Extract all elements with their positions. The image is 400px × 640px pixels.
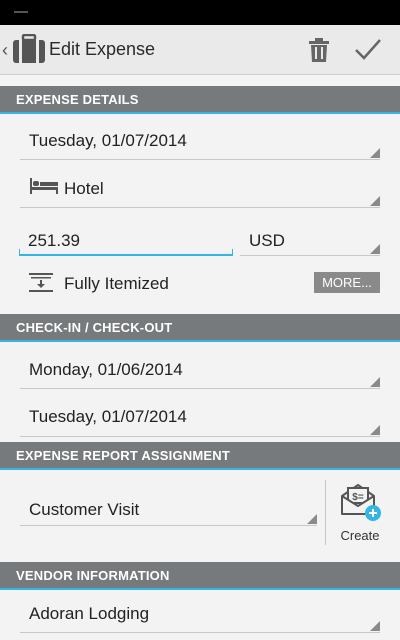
itemize-icon — [29, 273, 53, 292]
money-envelope-add-icon: $= — [341, 483, 381, 521]
currency-spinner[interactable]: USD — [240, 223, 380, 256]
section-header-checkin-checkout: CHECK-IN / CHECK-OUT — [0, 314, 400, 342]
dropdown-triangle-icon — [370, 425, 380, 435]
report-value: Customer Visit — [29, 500, 140, 519]
more-button[interactable]: MORE... — [314, 272, 380, 293]
currency-value: USD — [249, 231, 285, 250]
dropdown-triangle-icon — [370, 244, 380, 254]
expense-date-value: Tuesday, 01/07/2014 — [29, 131, 187, 150]
expense-type-value: Hotel — [64, 179, 104, 198]
vendor-name-spinner[interactable]: Adoran Lodging — [20, 597, 380, 633]
checkout-date-spinner[interactable]: Tuesday, 01/07/2014 — [20, 401, 380, 437]
create-label: Create — [340, 528, 380, 543]
vendor-name-value: Adoran Lodging — [29, 604, 150, 623]
action-bar: ‹ Edit Expense — [0, 25, 400, 75]
input-edge — [19, 249, 20, 254]
create-report-button[interactable]: $= Create — [330, 480, 394, 545]
notification-icon — [14, 11, 28, 13]
bed-icon — [30, 178, 58, 194]
checkout-date-value: Tuesday, 01/07/2014 — [29, 407, 187, 426]
page-title: Edit Expense — [49, 39, 156, 59]
report-spinner[interactable]: Customer Visit — [20, 493, 317, 526]
expense-date-spinner[interactable]: Tuesday, 01/07/2014 — [20, 124, 380, 160]
dropdown-triangle-icon — [370, 148, 380, 158]
checkin-date-spinner[interactable]: Monday, 01/06/2014 — [20, 353, 380, 389]
dropdown-triangle-icon — [370, 196, 380, 206]
dropdown-triangle-icon — [370, 621, 380, 631]
section-header-vendor-information: VENDOR INFORMATION — [0, 562, 400, 590]
checkmark-icon[interactable] — [354, 37, 382, 61]
briefcase-icon[interactable] — [12, 34, 46, 64]
divider — [325, 480, 326, 545]
chevron-left-icon[interactable]: ‹ — [2, 39, 8, 61]
status-bar — [0, 0, 400, 25]
amount-value: 251.39 — [28, 231, 80, 250]
input-edge — [232, 249, 233, 254]
svg-text:$=: $= — [352, 492, 364, 503]
dropdown-triangle-icon — [370, 377, 380, 387]
dropdown-triangle-icon — [307, 514, 317, 524]
section-header-report-assignment: EXPENSE REPORT ASSIGNMENT — [0, 442, 400, 470]
trash-icon[interactable] — [308, 37, 330, 63]
expense-type-spinner[interactable]: Hotel — [20, 172, 380, 208]
itemization-status: Fully Itemized — [64, 274, 169, 293]
amount-input[interactable]: 251.39 — [19, 223, 233, 256]
section-header-expense-details: EXPENSE DETAILS — [0, 86, 400, 114]
checkin-date-value: Monday, 01/06/2014 — [29, 360, 183, 379]
